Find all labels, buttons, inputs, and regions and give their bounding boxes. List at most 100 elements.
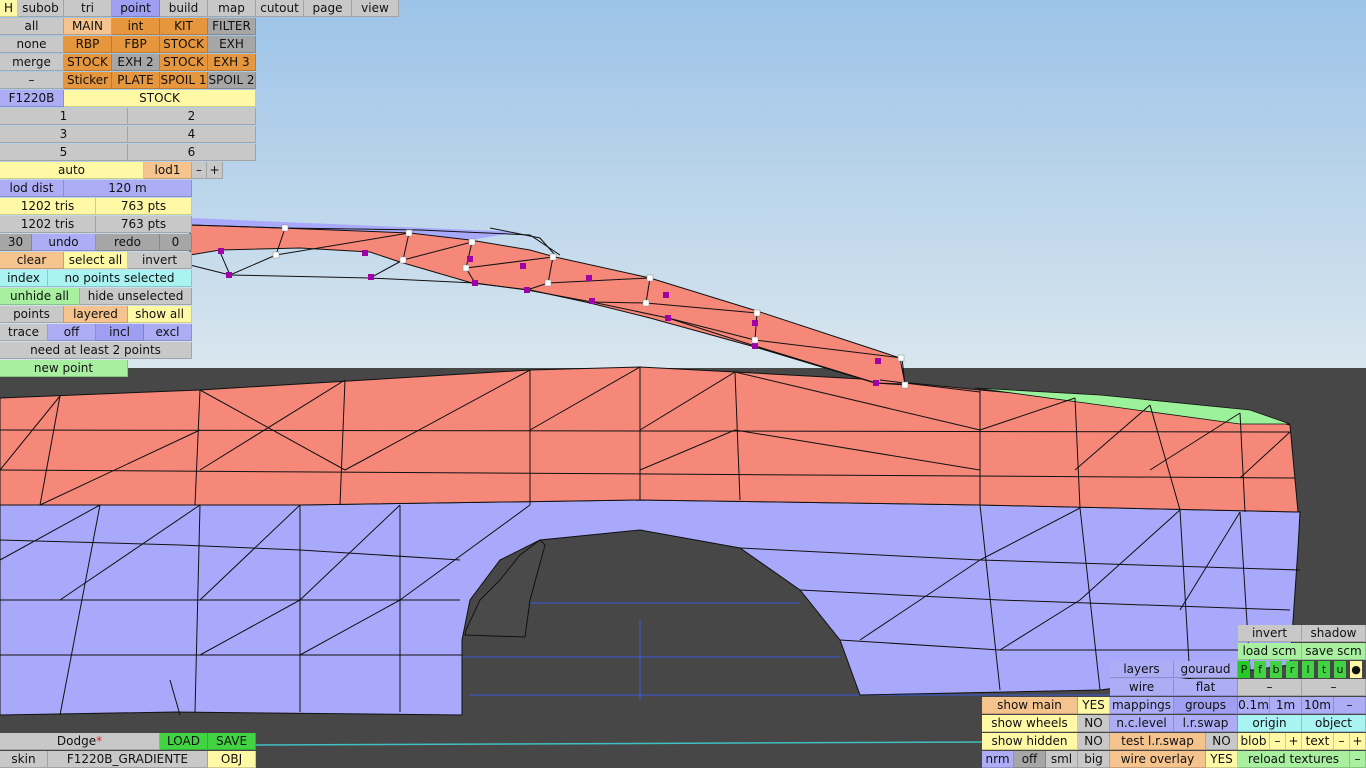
invert-view-button[interactable]: invert — [1238, 625, 1302, 642]
dash-button-1[interactable]: – — [1238, 679, 1302, 696]
step-01m-button[interactable]: 0.1m — [1238, 697, 1270, 714]
lod-plus-button[interactable]: + — [207, 162, 223, 179]
flag-f[interactable]: f — [1254, 661, 1266, 678]
step-minus-button[interactable]: – — [1334, 697, 1366, 714]
filter-fbp[interactable]: FBP — [112, 36, 160, 53]
text-minus-button[interactable]: – — [1334, 733, 1350, 750]
tab-point[interactable]: point — [112, 0, 160, 17]
test-lr-swap-label[interactable]: test l.r.swap — [1110, 733, 1206, 750]
flag-l[interactable]: l — [1302, 661, 1314, 678]
wire-overlay-toggle[interactable]: YES — [1206, 751, 1238, 768]
lod-dist-value[interactable]: 120 m — [64, 180, 192, 197]
model-name-button[interactable]: F1220B — [0, 90, 64, 107]
filter-exh[interactable]: EXH — [208, 36, 256, 53]
stock-variant-button[interactable]: STOCK — [64, 90, 256, 107]
reload-minus-button[interactable]: – — [1350, 751, 1366, 768]
new-point-button[interactable]: new point — [0, 360, 128, 377]
tab-map[interactable]: map — [208, 0, 256, 17]
show-wheels-label[interactable]: show wheels — [982, 715, 1078, 732]
dash-button-2[interactable]: – — [1302, 679, 1366, 696]
filter-rbp[interactable]: RBP — [64, 36, 112, 53]
filter-sticker[interactable]: Sticker — [64, 72, 112, 89]
origin-button[interactable]: origin — [1238, 715, 1302, 732]
mappings-button[interactable]: mappings — [1110, 697, 1174, 714]
filter-filter[interactable]: FILTER — [208, 18, 256, 35]
flat-button[interactable]: flat — [1174, 679, 1238, 696]
tab-page[interactable]: page — [304, 0, 352, 17]
filter-kit[interactable]: KIT — [160, 18, 208, 35]
wire-button[interactable]: wire — [1110, 679, 1174, 696]
nc-level-button[interactable]: n.c.level — [1110, 715, 1174, 732]
flag-p[interactable]: P — [1238, 661, 1250, 678]
lod-minus-button[interactable]: – — [192, 162, 207, 179]
filter-all-button[interactable]: all — [0, 18, 64, 35]
size-sml-button[interactable]: sml — [1046, 751, 1078, 768]
filter-exh-2[interactable]: EXH 2 — [112, 54, 160, 71]
trace-excl-button[interactable]: excl — [144, 324, 192, 341]
show-main-label[interactable]: show main — [982, 697, 1078, 714]
shadow-button[interactable]: shadow — [1302, 625, 1366, 642]
filter-none-button[interactable]: none — [0, 36, 64, 53]
tab-tri[interactable]: tri — [64, 0, 112, 17]
tab-subob[interactable]: subob — [18, 0, 64, 17]
index-label[interactable]: index — [0, 270, 48, 287]
text-button[interactable]: text — [1302, 733, 1334, 750]
tab-view[interactable]: view — [352, 0, 399, 17]
lod-level-button[interactable]: lod1 — [144, 162, 192, 179]
car-name-button[interactable]: Dodge* — [0, 733, 160, 750]
filter-stock-3[interactable]: STOCK — [160, 54, 208, 71]
lr-swap-button[interactable]: l.r.swap — [1174, 715, 1238, 732]
slot-4-button[interactable]: 4 — [128, 126, 256, 143]
skin-selector[interactable]: F1220B_GRADIENTE — [48, 751, 208, 768]
trace-incl-button[interactable]: incl — [96, 324, 144, 341]
filter-spoil-2[interactable]: SPOIL 2 — [208, 72, 256, 89]
groups-button[interactable]: groups — [1174, 697, 1238, 714]
tab-cutout[interactable]: cutout — [256, 0, 304, 17]
filter-merge-button[interactable]: merge — [0, 54, 64, 71]
flag-b[interactable]: b — [1270, 661, 1282, 678]
clear-button[interactable]: clear — [0, 252, 64, 269]
filter-dash-button[interactable]: – — [0, 72, 64, 89]
filter-stock[interactable]: STOCK — [160, 36, 208, 53]
blob-button[interactable]: blob — [1238, 733, 1270, 750]
size-big-button[interactable]: big — [1078, 751, 1110, 768]
lod-auto-button[interactable]: auto — [0, 162, 144, 179]
reload-textures-button[interactable]: reload textures — [1238, 751, 1350, 768]
load-scm-button[interactable]: load scm — [1238, 643, 1302, 660]
select-all-button[interactable]: select all — [64, 252, 128, 269]
slot-6-button[interactable]: 6 — [128, 144, 256, 161]
test-lr-swap-toggle[interactable]: NO — [1206, 733, 1238, 750]
redo-button[interactable]: redo — [96, 234, 160, 251]
slot-3-button[interactable]: 3 — [0, 126, 128, 143]
show-hidden-toggle[interactable]: NO — [1078, 733, 1110, 750]
slot-2-button[interactable]: 2 — [128, 108, 256, 125]
object-button[interactable]: object — [1302, 715, 1366, 732]
wire-overlay-label[interactable]: wire overlay — [1110, 751, 1206, 768]
gouraud-button[interactable]: gouraud — [1174, 661, 1238, 678]
filter-main[interactable]: MAIN — [64, 18, 112, 35]
save-button[interactable]: SAVE — [208, 733, 256, 750]
step-1m-button[interactable]: 1m — [1270, 697, 1302, 714]
points-mode-button[interactable]: points — [0, 306, 64, 323]
h-toggle-button[interactable]: H — [0, 0, 18, 17]
show-main-toggle[interactable]: YES — [1078, 697, 1110, 714]
layered-button[interactable]: layered — [64, 306, 128, 323]
slot-5-button[interactable]: 5 — [0, 144, 128, 161]
obj-button[interactable]: OBJ — [208, 751, 256, 768]
show-wheels-toggle[interactable]: NO — [1078, 715, 1110, 732]
hide-unselected-button[interactable]: hide unselected — [80, 288, 192, 305]
step-10m-button[interactable]: 10m — [1302, 697, 1334, 714]
show-hidden-label[interactable]: show hidden — [982, 733, 1078, 750]
load-button[interactable]: LOAD — [160, 733, 208, 750]
blob-plus-button[interactable]: + — [1286, 733, 1302, 750]
filter-int[interactable]: int — [112, 18, 160, 35]
flag-u[interactable]: u — [1334, 661, 1346, 678]
filter-stock-2[interactable]: STOCK — [64, 54, 112, 71]
tab-build[interactable]: build — [160, 0, 208, 17]
flag-t[interactable]: t — [1318, 661, 1330, 678]
filter-plate[interactable]: PLATE — [112, 72, 160, 89]
filter-spoil-1[interactable]: SPOIL 1 — [160, 72, 208, 89]
undo-button[interactable]: undo — [32, 234, 96, 251]
slot-1-button[interactable]: 1 — [0, 108, 128, 125]
trace-off-button[interactable]: off — [48, 324, 96, 341]
